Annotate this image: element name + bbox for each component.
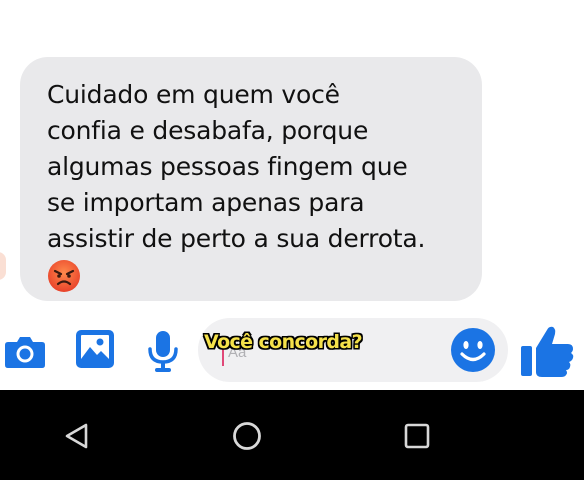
angry-face-icon — [48, 260, 80, 292]
chat-area: Cuidado em quem você confia e desabafa, … — [0, 0, 584, 312]
gallery-button[interactable] — [72, 326, 118, 372]
message-bubble[interactable]: Cuidado em quem você confia e desabafa, … — [20, 57, 482, 301]
android-navigation-bar — [0, 390, 584, 480]
recents-square-icon — [404, 423, 430, 449]
home-circle-icon — [233, 422, 261, 450]
emoji-button[interactable] — [447, 324, 499, 376]
message-line: assistir de perto a sua derrota. — [47, 224, 426, 253]
home-button[interactable] — [225, 414, 269, 458]
message-line: se importam apenas para — [47, 188, 365, 217]
camera-icon — [5, 337, 45, 368]
message-line: confia e desabafa, porque — [47, 116, 369, 145]
message-line: algumas pessoas fingem que — [47, 152, 408, 181]
image-gallery-icon — [76, 330, 114, 368]
microphone-icon — [148, 331, 178, 372]
message-line: Cuidado em quem você — [47, 80, 340, 109]
camera-button[interactable] — [2, 328, 48, 374]
message-text: Cuidado em quem você confia e desabafa, … — [47, 77, 462, 257]
like-button[interactable] — [516, 320, 578, 382]
partial-avatar — [0, 252, 6, 280]
voice-button[interactable] — [140, 326, 186, 376]
back-button[interactable] — [55, 414, 99, 458]
emoji-icon — [451, 328, 495, 372]
back-triangle-icon — [65, 423, 88, 449]
recents-button[interactable] — [395, 414, 439, 458]
thumbs-up-icon — [521, 326, 574, 377]
video-caption-overlay: Você concorda? — [204, 331, 363, 353]
